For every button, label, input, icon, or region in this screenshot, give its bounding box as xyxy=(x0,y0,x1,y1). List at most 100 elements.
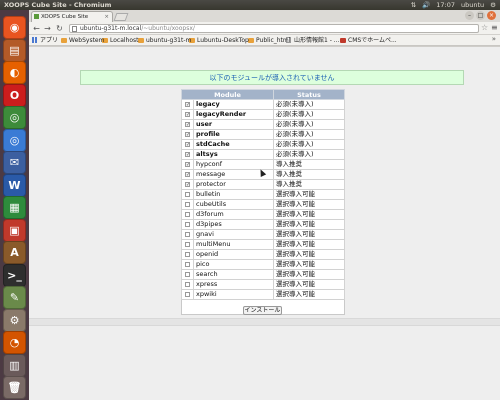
opera-icon[interactable]: O xyxy=(3,83,26,107)
module-checkbox[interactable] xyxy=(185,231,190,237)
bookmark-item[interactable]: アプリ xyxy=(32,36,58,45)
module-status: 導入推奨 xyxy=(273,169,345,180)
chrome-icon[interactable]: ◎ xyxy=(3,106,26,129)
chrome-menu-icon[interactable]: ≡ xyxy=(491,23,498,32)
table-row: multiMenu 選択導入可能 xyxy=(181,239,345,250)
module-name: user xyxy=(193,119,274,130)
back-arrow-icon[interactable]: ← xyxy=(32,24,41,33)
checkbox-cell: ✓ xyxy=(181,109,194,120)
checkbox-cell: ✓ xyxy=(181,139,194,150)
bookmark-label: WebSystem xyxy=(69,37,105,44)
bookmark-item[interactable]: WebSystem xyxy=(61,36,104,45)
module-status: 必須(未導入) xyxy=(273,99,345,110)
module-checkbox[interactable]: ✓ xyxy=(185,141,190,147)
tab-close-icon[interactable]: × xyxy=(104,12,109,22)
checkbox-cell: ✓ xyxy=(181,169,194,180)
chromium-icon[interactable]: ◎ xyxy=(3,128,26,152)
module-checkbox[interactable] xyxy=(185,191,190,197)
module-checkbox[interactable] xyxy=(185,291,190,297)
module-checkbox[interactable] xyxy=(185,281,190,287)
checkbox-cell xyxy=(181,229,194,240)
site-favicon-icon xyxy=(34,14,39,19)
table-row: ✓ protector 導入推奨 xyxy=(181,179,345,190)
bookmark-item[interactable]: Public_html xyxy=(248,36,290,45)
forward-arrow-icon[interactable]: → xyxy=(43,24,52,33)
system-settings-icon[interactable]: ⚙ xyxy=(3,308,26,332)
checkbox-cell: ✓ xyxy=(181,159,194,170)
session-gear-icon[interactable]: ⚙ xyxy=(490,0,496,10)
window-controls: – □ × xyxy=(465,11,496,20)
bookmark-item[interactable]: ubuntu-g31t-m xyxy=(138,36,191,45)
more-bookmarks-icon[interactable]: » xyxy=(492,35,496,43)
volume-icon[interactable]: 🔊 xyxy=(422,0,430,10)
dash-icon[interactable]: ◉ xyxy=(3,16,26,39)
module-name: cubeUtils xyxy=(193,199,274,210)
module-checkbox[interactable] xyxy=(185,211,190,217)
tab-title: XOOPS Cube Site xyxy=(41,14,89,20)
bookmark-item[interactable]: Lubuntu-DeskTop xyxy=(189,36,249,45)
software-center-icon[interactable]: A xyxy=(3,241,26,264)
header-module: Module xyxy=(181,89,274,100)
module-checkbox[interactable] xyxy=(185,201,190,207)
close-window-button[interactable]: × xyxy=(487,11,496,20)
text-editor-icon[interactable]: ✎ xyxy=(3,286,26,309)
module-checkbox[interactable] xyxy=(185,251,190,257)
module-checkbox[interactable] xyxy=(185,241,190,247)
module-status: 必須(未導入) xyxy=(273,139,345,150)
module-checkbox[interactable]: ✓ xyxy=(185,171,190,177)
workspaces-icon[interactable]: ▥ xyxy=(3,353,26,377)
bookmark-item[interactable]: CMSでホームペ... xyxy=(340,36,397,45)
module-status: 必須(未導入) xyxy=(273,149,345,160)
bookmarks-bar: CMSでホームペ... 山形情報館1 - ... Public_html Lubunt… xyxy=(29,35,500,46)
network-icon[interactable]: ⇅ xyxy=(411,0,416,10)
checkbox-cell xyxy=(181,269,194,280)
module-checkbox[interactable]: ✓ xyxy=(185,181,190,187)
address-bar[interactable]: ubuntu-g31t-m.local/~ubuntu/xoopsx/ xyxy=(69,24,479,33)
module-checkbox[interactable]: ✓ xyxy=(185,101,190,107)
ubuntu-one-icon[interactable]: ◔ xyxy=(3,331,26,354)
bookmark-star-icon[interactable]: ☆ xyxy=(481,23,488,32)
missing-modules-notice: 以下のモジュールが導入されていません xyxy=(80,70,464,85)
clock[interactable]: 17:07 xyxy=(436,0,455,10)
checkbox-cell: ✓ xyxy=(181,129,194,140)
trash-icon[interactable]: 🗑 xyxy=(3,376,26,399)
module-checkbox[interactable]: ✓ xyxy=(185,131,190,137)
thunderbird-icon[interactable]: ✉ xyxy=(3,151,26,174)
header-status: Status xyxy=(273,89,345,100)
install-button[interactable]: インストール xyxy=(243,306,282,315)
checkbox-cell xyxy=(181,289,194,300)
module-checkbox[interactable]: ✓ xyxy=(185,161,190,167)
module-status: 選択導入可能 xyxy=(273,219,345,230)
reload-icon[interactable]: ↻ xyxy=(55,24,64,33)
module-status: 選択導入可能 xyxy=(273,259,345,270)
libreoffice-calc-icon[interactable]: ▦ xyxy=(3,196,26,219)
module-checkbox[interactable]: ✓ xyxy=(185,121,190,127)
bookmark-label: アプリ xyxy=(40,37,59,44)
module-checkbox[interactable] xyxy=(185,221,190,227)
bookmark-item[interactable]: Localhost xyxy=(102,36,139,45)
minimize-button[interactable]: – xyxy=(465,11,474,20)
module-checkbox[interactable] xyxy=(185,271,190,277)
libreoffice-writer-icon[interactable]: W xyxy=(3,173,26,197)
table-row: d3forum 選択導入可能 xyxy=(181,209,345,220)
maximize-button[interactable]: □ xyxy=(476,11,485,20)
module-checkbox[interactable]: ✓ xyxy=(185,111,190,117)
bookmark-item[interactable]: 山形情報館1 - ... xyxy=(286,36,340,45)
table-row: pico 選択導入可能 xyxy=(181,259,345,270)
table-row: ✓ legacyRender 必須(未導入) xyxy=(181,109,345,120)
bookmark-label: ubuntu-g31t-m xyxy=(146,37,192,44)
module-status: 選択導入可能 xyxy=(273,229,345,240)
module-checkbox[interactable]: ✓ xyxy=(185,151,190,157)
libreoffice-impress-icon[interactable]: ▣ xyxy=(3,218,26,242)
module-checkbox[interactable] xyxy=(185,261,190,267)
page-info-icon[interactable] xyxy=(72,26,77,32)
table-row: ✓ user 必須(未導入) xyxy=(181,119,345,130)
firefox-icon[interactable]: ◐ xyxy=(3,61,26,84)
files-icon[interactable]: ▤ xyxy=(3,38,26,62)
module-status: 必須(未導入) xyxy=(273,119,345,130)
bookmark-label: CMSでホームペ... xyxy=(348,37,397,44)
tab-xoops-cube-site[interactable]: XOOPS Cube Site × xyxy=(31,11,113,22)
new-tab-button[interactable] xyxy=(113,13,129,21)
user-menu[interactable]: ubuntu xyxy=(461,0,484,10)
terminal-icon[interactable]: >_ xyxy=(3,263,26,287)
